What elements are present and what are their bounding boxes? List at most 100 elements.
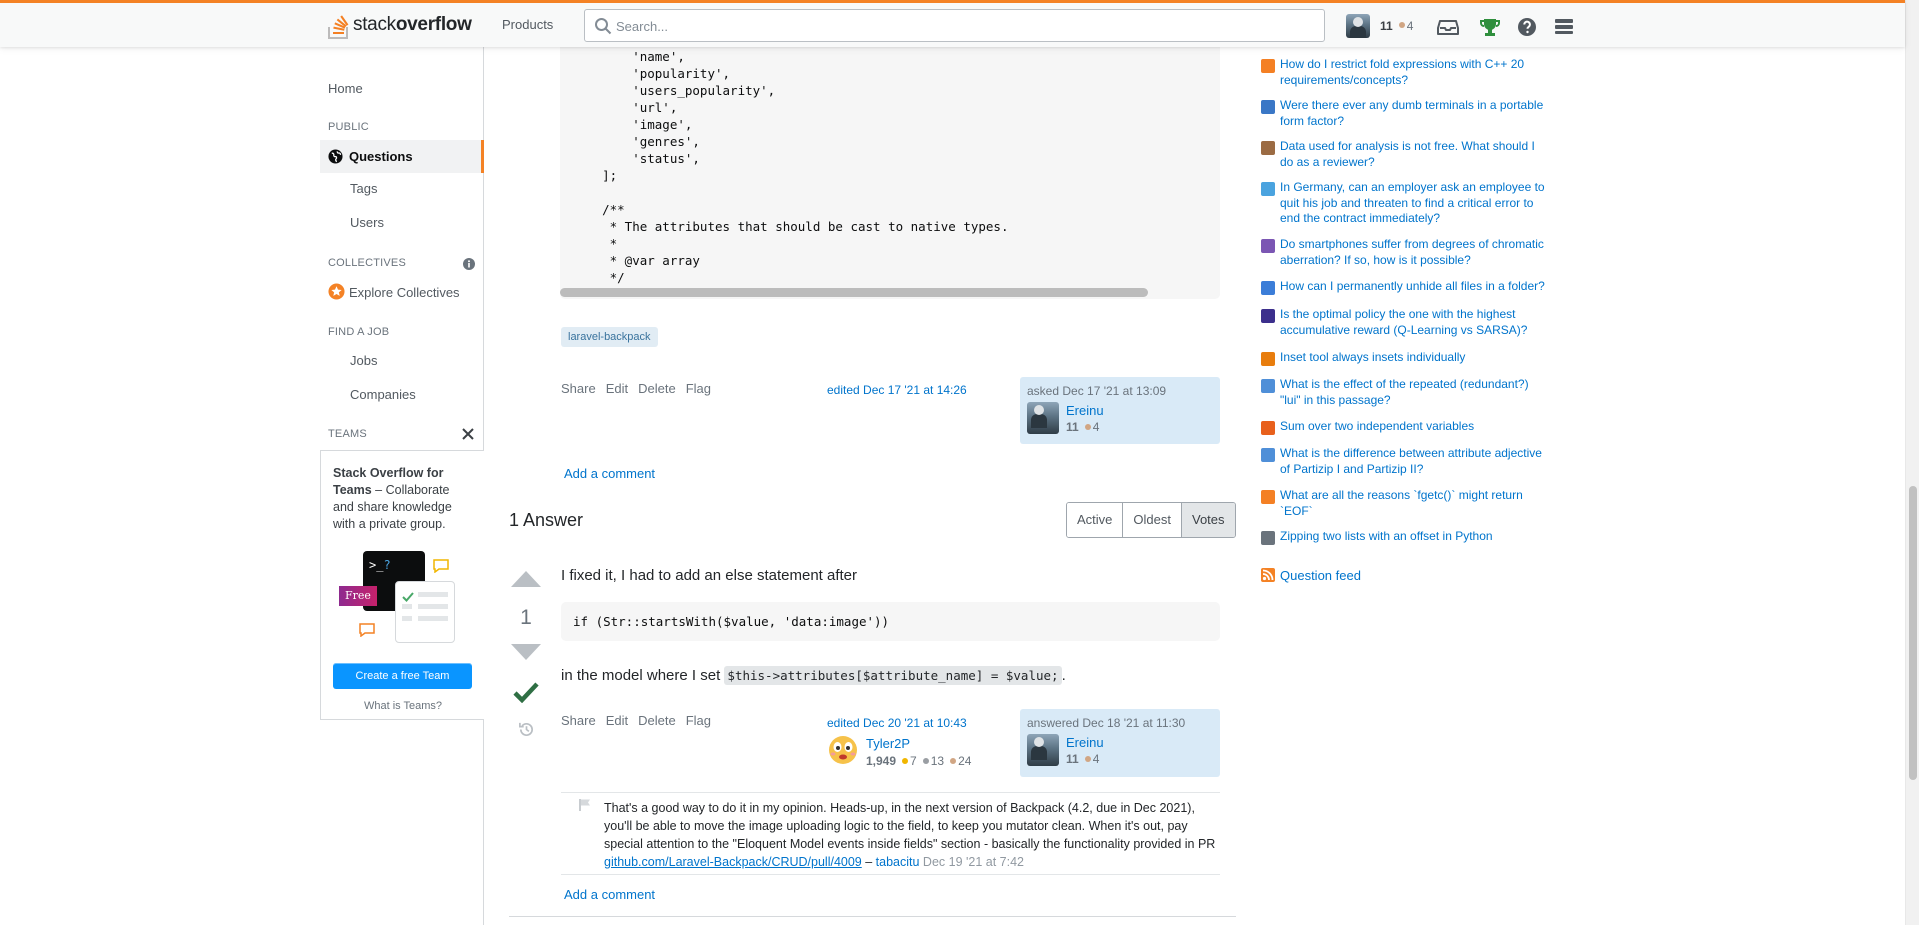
list-card-illustration — [395, 581, 455, 643]
answer-edit-link[interactable]: Edit — [606, 713, 628, 728]
free-badge: Free — [339, 586, 377, 606]
hot-question-title: Zipping two lists with an offset in Pyth… — [1280, 529, 1493, 543]
page-scrollbar[interactable] — [1905, 0, 1919, 925]
question-asked-time: asked Dec 17 '21 at 13:09 — [1027, 384, 1167, 398]
question-edit-link[interactable]: Edit — [606, 381, 628, 396]
answer-vote-count: 1 — [520, 606, 532, 629]
code-line: 'status', — [572, 151, 700, 166]
answer-post-menu: Share Edit Delete Flag — [561, 713, 711, 728]
code-line: 'users_popularity', — [572, 83, 776, 98]
nav-users[interactable]: Users — [320, 215, 484, 230]
user-avatar — [1346, 13, 1370, 38]
answer-edited-link[interactable]: edited Dec 20 '21 at 10:43 — [827, 716, 967, 730]
question-edited-link[interactable]: edited Dec 17 '21 at 14:26 — [827, 383, 967, 397]
answer-add-comment-link[interactable]: Add a comment — [564, 887, 655, 902]
chat-bubble-icon — [433, 559, 449, 573]
site-switcher-icon[interactable] — [1553, 16, 1575, 38]
comment-user-link[interactable]: tabacitu — [876, 855, 920, 869]
user-reputation: 11 — [1380, 18, 1393, 33]
answerer-reputation: 11 4 — [1066, 752, 1099, 766]
nav-home[interactable]: Home — [320, 81, 484, 96]
hot-question-title: How do I restrict fold expressions with … — [1280, 57, 1525, 87]
answer-code-block: if (Str::startsWith($value, 'data:image'… — [561, 602, 1220, 641]
answer-editor-card: edited Dec 20 '21 at 10:43 Tyler2P 1,949… — [820, 709, 1010, 779]
editor-silver-count: 13 — [930, 754, 945, 768]
question-flag-link[interactable]: Flag — [686, 381, 711, 396]
answer-code-line: if (Str::startsWith($value, 'data:image'… — [573, 614, 890, 629]
sort-oldest-button[interactable]: Oldest — [1123, 503, 1182, 537]
answerer-avatar[interactable] — [1027, 734, 1059, 766]
asker-avatar[interactable] — [1027, 402, 1059, 434]
question-share-link[interactable]: Share — [561, 381, 596, 396]
question-delete-link[interactable]: Delete — [638, 381, 676, 396]
comment-pr-link[interactable]: github.com/Laravel-Backpack/CRUD/pull/40… — [604, 855, 862, 869]
hot-question-title: How can I permanently unhide all files i… — [1280, 279, 1545, 293]
products-menu[interactable]: Products — [490, 11, 565, 38]
info-icon[interactable] — [463, 258, 475, 270]
search-input[interactable]: Search... — [584, 9, 1325, 42]
site-favicon-icon — [1261, 421, 1275, 435]
sort-active-button[interactable]: Active — [1067, 503, 1124, 537]
flag-icon[interactable] — [578, 798, 592, 812]
answerer-bronze-count: 4 — [1092, 752, 1100, 766]
close-icon[interactable] — [462, 428, 474, 440]
question-add-comment-label: Add a comment — [564, 466, 656, 481]
question-code-block: 'name', 'popularity', 'users_popularity'… — [560, 39, 1220, 299]
bronze-badge-icon — [1398, 22, 1405, 28]
answer-author-card: answered Dec 18 '21 at 11:30 Ereinu 11 4 — [1020, 709, 1220, 777]
achievements-trophy-icon[interactable] — [1479, 16, 1501, 38]
editor-avatar[interactable] — [827, 734, 859, 766]
editor-reputation-score: 1,949 — [866, 754, 897, 768]
asker-name-link[interactable]: Ereinu — [1066, 403, 1104, 418]
history-icon[interactable] — [518, 721, 535, 738]
hot-question-title: Is the optimal policy the one with the h… — [1280, 307, 1528, 337]
sort-votes-button[interactable]: Votes — [1181, 503, 1235, 537]
question-feed-label: Question feed — [1280, 568, 1361, 583]
code-line: * — [572, 236, 618, 251]
answer-delete-link[interactable]: Delete — [638, 713, 676, 728]
downvote-arrow-icon[interactable] — [509, 643, 543, 661]
teams-promo-text: Stack Overflow for Teams – Collaborate a… — [333, 465, 473, 533]
answer-share-link[interactable]: Share — [561, 713, 596, 728]
create-free-team-button[interactable]: Create a free Team — [333, 663, 472, 689]
question-add-comment-link[interactable]: Add a comment — [564, 466, 655, 481]
hot-question-title: Inset tool always insets individually — [1280, 350, 1466, 364]
nav-jobs[interactable]: Jobs — [320, 353, 484, 368]
upvote-arrow-icon[interactable] — [509, 570, 543, 588]
editor-name-link[interactable]: Tyler2P — [866, 736, 910, 751]
editor-reputation: 1,949 7 13 24 — [866, 754, 971, 768]
inbox-icon[interactable] — [1437, 16, 1459, 38]
comment-bottom-border — [561, 874, 1220, 875]
hot-question-title: What is the effect of the repeated (redu… — [1280, 377, 1529, 407]
accepted-checkmark-icon[interactable] — [513, 681, 539, 703]
answer-sort-group: Active Oldest Votes — [1066, 502, 1236, 538]
code-line: 'url', — [572, 100, 678, 115]
site-favicon-icon — [1261, 182, 1275, 196]
bronze-badge-icon — [1084, 424, 1091, 430]
editor-gold-count: 7 — [910, 754, 917, 768]
user-profile-link[interactable]: 11 4 — [1346, 12, 1413, 39]
code-line: 'genres', — [572, 134, 700, 149]
answer-flag-link[interactable]: Flag — [686, 713, 711, 728]
nav-heading-public: PUBLIC — [328, 121, 369, 133]
teams-promo-box: Stack Overflow for Teams – Collaborate a… — [320, 450, 484, 720]
gold-badge-icon — [902, 758, 909, 764]
silver-badge-icon — [922, 758, 929, 764]
comment-body: That's a good way to do it in my opinion… — [604, 799, 1216, 871]
code-horizontal-scrollbar[interactable] — [560, 288, 1148, 297]
nav-tags[interactable]: Tags — [320, 181, 484, 196]
help-icon[interactable] — [1516, 16, 1538, 38]
search-icon — [595, 18, 612, 35]
answer-answered-time: answered Dec 18 '21 at 11:30 — [1027, 716, 1186, 730]
tag-laravel-backpack[interactable]: laravel-backpack — [561, 327, 658, 347]
answerer-name-link[interactable]: Ereinu — [1066, 735, 1104, 750]
answers-count-heading: 1 Answer — [509, 510, 584, 530]
answer-bottom-border — [509, 916, 1236, 917]
page-scrollbar-thumb[interactable] — [1909, 486, 1917, 780]
site-favicon-icon — [1261, 379, 1275, 393]
nav-questions[interactable]: Questions — [320, 140, 484, 173]
answer-text-after-code: . — [1061, 667, 1066, 684]
what-is-teams-link[interactable]: What is Teams? — [321, 700, 485, 712]
nav-companies[interactable]: Companies — [320, 387, 484, 402]
stackoverflow-logo[interactable]: stack overflow — [327, 6, 472, 44]
